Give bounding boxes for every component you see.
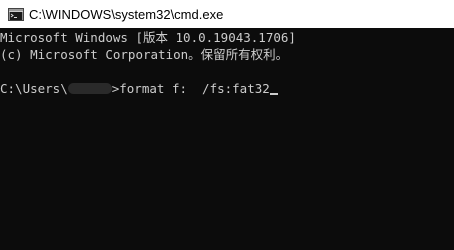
prompt-path: C:\Users\ <box>0 81 68 96</box>
cmd-icon <box>8 7 24 21</box>
redacted-username <box>67 83 112 94</box>
window-title: C:\WINDOWS\system32\cmd.exe <box>29 6 224 22</box>
console-output[interactable]: Microsoft Windows [版本 10.0.19043.1706] (… <box>0 29 454 250</box>
prompt-line: C:\Users\ >format f: /fs:fat32 <box>0 80 278 97</box>
copyright-line: (c) Microsoft Corporation。保留所有权利。 <box>0 47 289 62</box>
version-line: Microsoft Windows [版本 10.0.19043.1706] <box>0 30 296 45</box>
text-cursor <box>269 93 278 95</box>
title-bar[interactable]: C:\WINDOWS\system32\cmd.exe <box>0 0 454 28</box>
prompt-command: >format f: /fs:fat32 <box>111 81 270 96</box>
cmd-window: C:\WINDOWS\system32\cmd.exe Microsoft Wi… <box>0 0 454 250</box>
